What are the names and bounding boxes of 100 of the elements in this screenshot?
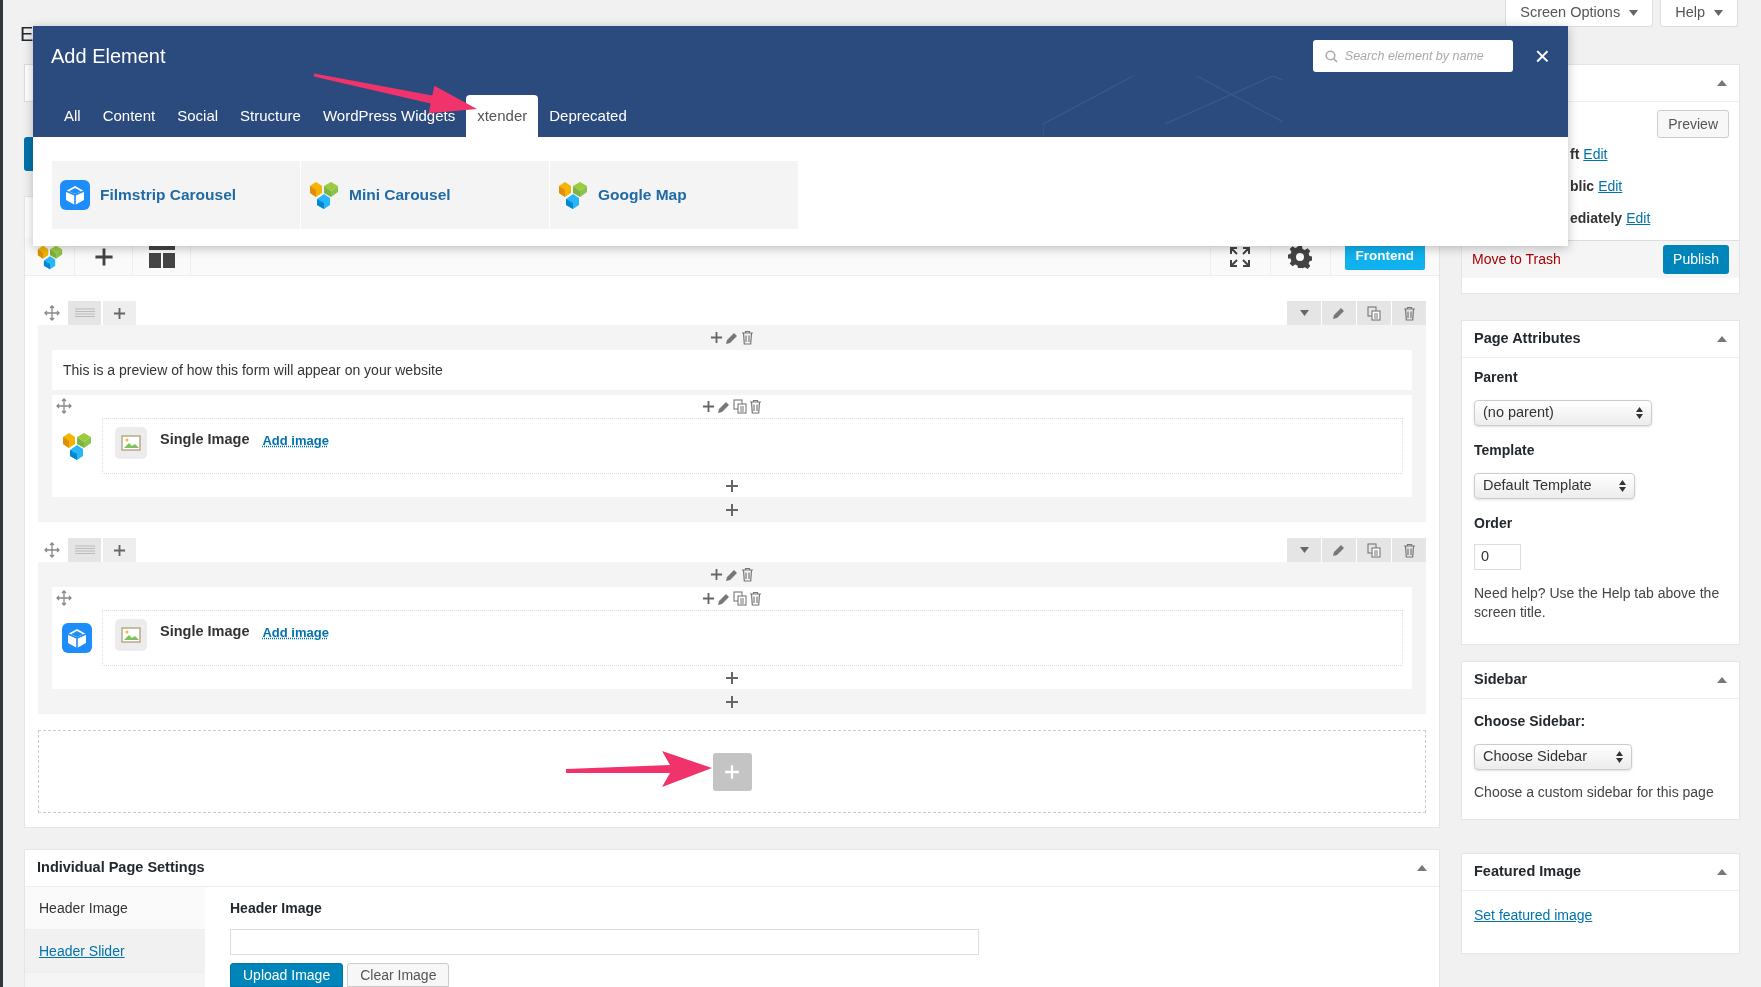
plus-icon[interactable]: [113, 306, 126, 320]
add-column-button[interactable]: [103, 538, 136, 562]
screen-meta-button[interactable]: Help: [1660, 0, 1738, 27]
category-tab[interactable]: Social: [166, 95, 230, 137]
pencil-icon[interactable]: [1332, 306, 1346, 320]
plus-icon[interactable]: [710, 568, 723, 581]
caret-icon: [1714, 10, 1723, 16]
trash-icon[interactable]: [741, 567, 754, 582]
trash-icon[interactable]: [1402, 305, 1416, 321]
collapse-arrow-icon[interactable]: [1717, 80, 1727, 86]
pencil-icon[interactable]: [717, 591, 731, 606]
featured-image-link[interactable]: Set featured image: [1474, 907, 1593, 923]
element-title: Single Image: [160, 622, 250, 641]
collapse-arrow-icon[interactable]: [1717, 336, 1727, 342]
element-card[interactable]: Filmstrip Carousel: [52, 161, 301, 229]
settings-icon[interactable]: [1288, 244, 1312, 269]
pencil-icon[interactable]: [725, 567, 739, 582]
row-edit-button[interactable]: [1322, 301, 1356, 325]
image-placeholder-icon: [115, 427, 147, 459]
element-card[interactable]: Mini Carousel: [301, 161, 550, 229]
trash-icon[interactable]: [749, 399, 762, 414]
row-copy-button[interactable]: [1357, 538, 1391, 562]
field-label: Header Image: [230, 899, 323, 918]
cubes-logo-icon: [62, 431, 92, 461]
add-column-button[interactable]: [103, 301, 136, 325]
layout-icon[interactable]: [148, 245, 175, 268]
plus-icon[interactable]: [702, 400, 715, 413]
caret-icon: [1299, 310, 1309, 316]
collapse-arrow-icon[interactable]: [1417, 865, 1427, 871]
add-image-link[interactable]: Add image: [262, 427, 329, 451]
select-field[interactable]: Choose Sidebar: [1474, 744, 1632, 770]
field-label: Choose Sidebar:: [1474, 712, 1587, 731]
plus-icon[interactable]: [725, 502, 739, 517]
category-tab[interactable]: Deprecated: [538, 95, 638, 137]
row-copy-button[interactable]: [1357, 301, 1391, 325]
add-image-link[interactable]: Add image: [262, 619, 329, 643]
plus-icon[interactable]: [725, 694, 739, 709]
edit-link[interactable]: Edit: [1598, 175, 1623, 197]
plus-icon[interactable]: [702, 592, 715, 605]
plus-icon[interactable]: [113, 543, 126, 557]
edit-link[interactable]: Edit: [1583, 143, 1608, 165]
move-icon[interactable]: [56, 398, 72, 414]
move-icon[interactable]: [44, 305, 60, 321]
search-field[interactable]: Search element by name: [1312, 40, 1513, 72]
order-field[interactable]: 0: [1474, 544, 1521, 570]
trash-icon[interactable]: [749, 591, 762, 606]
pencil-icon[interactable]: [1332, 543, 1346, 557]
trash-icon[interactable]: [741, 330, 754, 345]
category-tab[interactable]: xtender: [466, 95, 539, 137]
row-delete-button[interactable]: [1392, 538, 1426, 562]
row-handle[interactable]: [68, 538, 101, 562]
select-field[interactable]: Default Template: [1474, 473, 1635, 499]
header-image-field[interactable]: [230, 929, 979, 955]
plus-icon[interactable]: [725, 670, 739, 685]
element-card[interactable]: Google Map: [550, 161, 799, 229]
category-tab[interactable]: WordPress Widgets: [311, 95, 467, 137]
pencil-icon[interactable]: [717, 399, 731, 414]
category-tab[interactable]: All: [53, 95, 92, 137]
field-label: Order: [1474, 514, 1514, 533]
row-toggle-button[interactable]: [1287, 301, 1321, 325]
caret-icon: [1629, 10, 1639, 16]
copy-icon[interactable]: [1367, 542, 1381, 558]
plus-icon[interactable]: [725, 478, 739, 493]
panel-title: Individual Page Settings: [37, 858, 205, 878]
fullscreen-icon[interactable]: [1229, 245, 1251, 268]
publish-button[interactable]: Publish: [1663, 245, 1729, 274]
pencil-icon[interactable]: [725, 330, 739, 345]
move-icon[interactable]: [56, 590, 72, 606]
screen-meta-button[interactable]: Screen Options: [1505, 0, 1654, 27]
plus-icon[interactable]: [93, 246, 114, 267]
category-tab[interactable]: Structure: [229, 95, 312, 137]
copy-icon[interactable]: [1367, 305, 1381, 321]
clear-button[interactable]: Clear Image: [347, 963, 450, 987]
row-handle[interactable]: [68, 301, 101, 325]
select-field[interactable]: (no parent): [1474, 400, 1652, 426]
row-delete-button[interactable]: [1392, 301, 1426, 325]
settings-tab[interactable]: Header Slider: [25, 930, 205, 973]
trash-icon[interactable]: [1402, 542, 1416, 558]
close-button[interactable]: ×: [1534, 43, 1550, 69]
box-title: Featured Image: [1474, 862, 1582, 882]
edit-link[interactable]: Edit: [1626, 207, 1651, 229]
status-text: ediately: [1570, 208, 1623, 228]
copy-icon[interactable]: [733, 591, 747, 606]
plus-icon[interactable]: [710, 331, 723, 344]
category-tab[interactable]: Content: [91, 95, 167, 137]
cubes-logo-icon: [558, 180, 588, 210]
move-icon[interactable]: [44, 542, 60, 558]
row-edit-button[interactable]: [1322, 538, 1356, 562]
trash-link[interactable]: Move to Trash: [1472, 249, 1561, 270]
upload-button[interactable]: Upload Image: [230, 963, 344, 987]
row-toggle-button[interactable]: [1287, 538, 1321, 562]
copy-icon[interactable]: [733, 399, 747, 414]
field-label: Template: [1474, 441, 1536, 460]
settings-tab[interactable]: Header Image: [25, 887, 205, 930]
status-text: blic: [1570, 176, 1595, 196]
element-title: Single Image: [160, 430, 250, 449]
collapse-arrow-icon[interactable]: [1717, 677, 1727, 683]
preview-button[interactable]: Preview: [1657, 110, 1729, 138]
collapse-arrow-icon[interactable]: [1717, 869, 1727, 875]
box-title: Page Attributes: [1474, 329, 1581, 349]
